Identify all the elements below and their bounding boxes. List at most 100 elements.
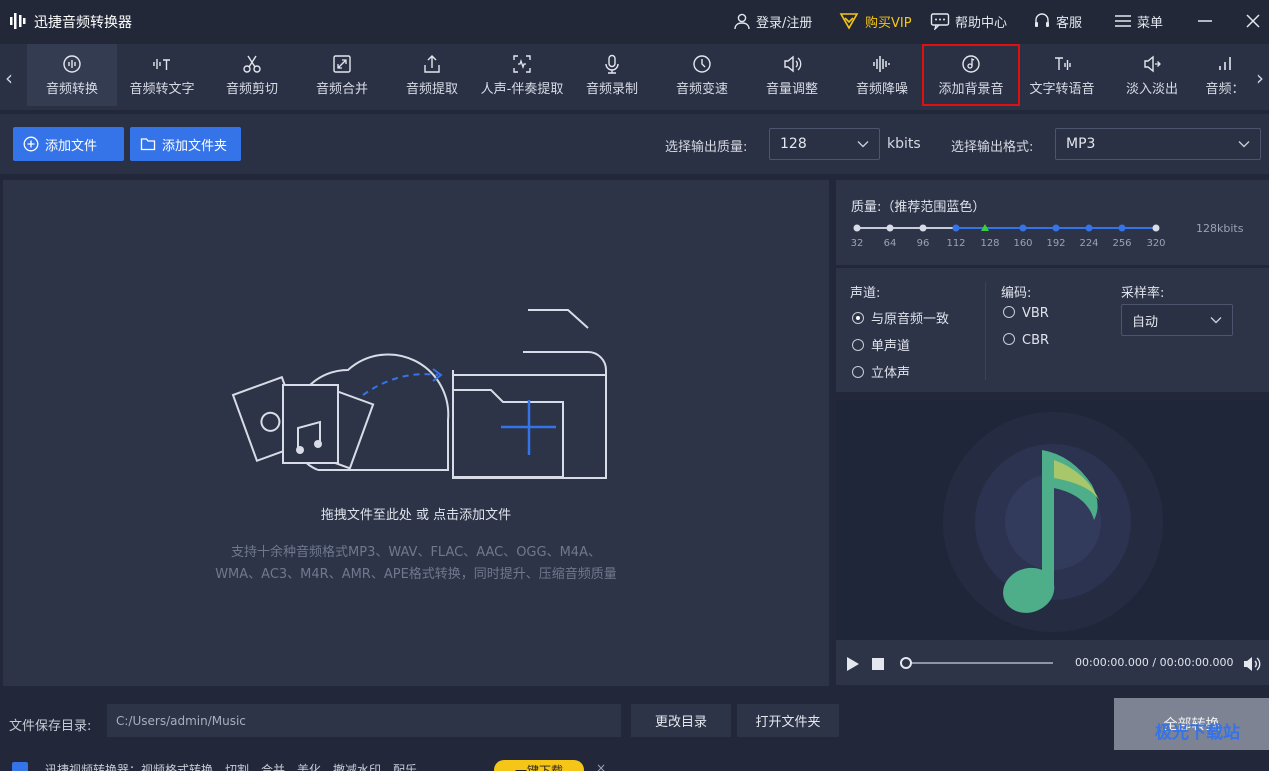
music-note-icon: [943, 412, 1163, 632]
tool-label: 音频转文字: [129, 82, 195, 97]
tool-label: 音频剪切: [225, 82, 278, 97]
quality-label: 选择输出质量:: [665, 140, 748, 155]
menu-button[interactable]: 菜单: [1114, 11, 1163, 31]
stop-button[interactable]: [872, 658, 884, 670]
channel-stereo-radio[interactable]: 立体声: [852, 362, 910, 381]
tool-add-background-music[interactable]: 添加背景音: [922, 44, 1020, 106]
chevron-right-icon[interactable]: ›: [1256, 66, 1264, 90]
tool-label: 音频降噪: [855, 82, 908, 97]
tool-text-to-speech[interactable]: 文字转语音: [1017, 44, 1107, 106]
tool-more-truncated[interactable]: 音频：: [1197, 44, 1253, 106]
save-dir-label: 文件保存目录:: [9, 719, 92, 734]
quality-tick: 192: [1046, 238, 1066, 249]
customer-service-button[interactable]: 客服: [1033, 11, 1082, 31]
play-button[interactable]: [846, 656, 860, 672]
quality-panel: 质量:（推荐范围蓝色） 32 64 96 112 128 160 192 224…: [836, 180, 1269, 265]
change-dir-button[interactable]: 更改目录: [631, 704, 731, 737]
tool-label: 音频录制: [585, 82, 638, 97]
play-icon: [847, 657, 859, 671]
channel-label: 声道:: [850, 286, 881, 301]
login-button[interactable]: 登录/注册: [733, 11, 812, 31]
tool-label: 文字转语音: [1029, 82, 1095, 97]
tool-label: 添加背景音: [938, 82, 1004, 97]
help-center-button[interactable]: 帮助中心: [930, 11, 1007, 31]
format-label: 选择输出格式:: [951, 140, 1034, 155]
tool-label: 人声-伴奏提取: [480, 82, 564, 97]
chevron-left-icon[interactable]: ‹: [5, 66, 13, 90]
fade-icon: [1144, 55, 1161, 73]
progress-thumb[interactable]: [900, 657, 912, 669]
quality-tick: 96: [916, 238, 930, 249]
help-center-label: 帮助中心: [955, 15, 1008, 31]
encode-cbr-radio[interactable]: CBR: [1003, 333, 1049, 348]
merge-icon: [333, 55, 351, 73]
site-watermark: 极光下载站: [1155, 723, 1240, 743]
quality-tick: 160: [1013, 238, 1033, 249]
chevron-down-icon: [1210, 317, 1222, 324]
menu-label: 菜单: [1137, 15, 1164, 31]
tool-audio-convert[interactable]: 音频转换: [27, 44, 117, 106]
quality-tick: 64: [883, 238, 897, 249]
format-desc-line1: 支持十余种音频格式MP3、WAV、FLAC、AAC、OGG、M4A、: [231, 545, 601, 560]
encode-vbr-radio[interactable]: VBR: [1003, 306, 1049, 321]
volume-icon: [784, 55, 802, 73]
tool-label: 音频：: [1205, 82, 1245, 97]
encode-option-label: VBR: [1022, 306, 1049, 321]
tool-audio-merge[interactable]: 音频合并: [297, 44, 387, 106]
channel-original-radio[interactable]: 与原音频一致: [852, 308, 949, 327]
tool-label: 音频提取: [405, 82, 458, 97]
tool-audio-extract[interactable]: 音频提取: [387, 44, 477, 106]
add-file-button[interactable]: 添加文件: [13, 127, 124, 161]
tool-label: 音频转换: [45, 82, 98, 97]
promo-close-icon[interactable]: ×: [596, 761, 606, 771]
login-label: 登录/注册: [756, 15, 813, 31]
tool-audio-speed[interactable]: 音频变速: [657, 44, 747, 106]
format-desc-line2: WMA、AC3、M4R、AMR、APE格式转换，同时提升、压缩音频质量: [215, 567, 617, 582]
tool-volume-adjust[interactable]: 音量调整: [747, 44, 837, 106]
tool-audio-to-text[interactable]: 音频转文字: [117, 44, 207, 106]
sample-rate-select[interactable]: 自动: [1121, 304, 1233, 336]
bars-icon: [1219, 57, 1231, 70]
feature-toolbar: ‹ › 音频转换 音频转文字 音频剪切 音频合并 音频提取 人声-伴奏提取 音频…: [0, 44, 1269, 110]
vip-button[interactable]: 购买VIP: [838, 11, 912, 31]
chevron-down-icon: [1238, 141, 1250, 148]
tool-vocal-extract[interactable]: 人声-伴奏提取: [477, 44, 567, 106]
title-bar: 迅捷音频转换器 登录/注册 购买VIP 帮助中心 客服 菜单: [0, 0, 1269, 44]
audio-convert-icon: [63, 55, 81, 73]
chevron-down-icon: [857, 141, 869, 148]
tool-audio-cut[interactable]: 音频剪切: [207, 44, 297, 106]
folder-icon: [140, 138, 156, 151]
quality-select-value: 128: [780, 136, 807, 152]
open-folder-button[interactable]: 打开文件夹: [737, 704, 839, 737]
bottom-bar: 文件保存目录: C:/Users/admin/Music 更改目录 打开文件夹 …: [0, 690, 1269, 771]
volume-button[interactable]: [1242, 655, 1262, 673]
divider: [985, 282, 986, 380]
minimize-icon: [1198, 20, 1212, 22]
quality-title: 质量:（推荐范围蓝色）: [851, 200, 986, 215]
encode-option-label: CBR: [1022, 333, 1050, 348]
quality-tick: 128: [980, 238, 1000, 249]
tool-noise-reduction[interactable]: 音频降噪: [837, 44, 927, 106]
user-icon: [734, 13, 750, 30]
file-drop-area[interactable]: 拖拽文件至此处 或 点击添加文件 支持十余种音频格式MP3、WAV、FLAC、A…: [3, 180, 829, 686]
tool-audio-record[interactable]: 音频录制: [567, 44, 657, 106]
drop-illustration-icon: [231, 309, 607, 479]
progress-track[interactable]: [900, 662, 1053, 664]
quality-unit: kbits: [887, 136, 921, 152]
download-button[interactable]: 一键下载: [494, 760, 584, 771]
quality-tick: 224: [1079, 238, 1099, 249]
tool-label: 音频变速: [675, 82, 728, 97]
sample-rate-value: 自动: [1132, 314, 1159, 330]
quality-slider[interactable]: [851, 222, 1161, 234]
minimize-button[interactable]: [1196, 12, 1214, 30]
save-path-input[interactable]: C:/Users/admin/Music: [107, 704, 621, 737]
tool-fade[interactable]: 淡入淡出: [1107, 44, 1197, 106]
add-folder-button[interactable]: 添加文件夹: [130, 127, 241, 161]
format-select[interactable]: MP3: [1055, 128, 1261, 160]
audio-player: 00:00:00.000 / 00:00:00.000: [836, 400, 1269, 685]
quality-tick: 112: [946, 238, 966, 249]
quality-tick: 256: [1112, 238, 1132, 249]
quality-select[interactable]: 128: [769, 128, 880, 160]
channel-mono-radio[interactable]: 单声道: [852, 335, 910, 354]
close-button[interactable]: [1244, 12, 1262, 30]
